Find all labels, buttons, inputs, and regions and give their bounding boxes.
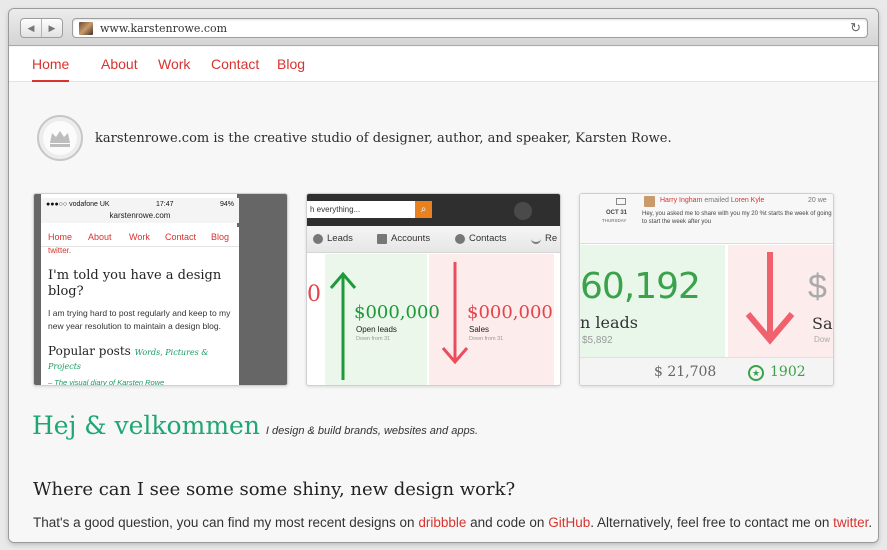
- badge-value: 1902: [770, 364, 806, 380]
- email-header: Harry Ingham emailed Loren Kyle: [660, 197, 764, 204]
- small-value: $5,892: [582, 335, 613, 346]
- tab-contacts: Contacts: [455, 233, 507, 244]
- thumb-dashboard[interactable]: h everything... ⌕ Leads Accounts Contact…: [306, 193, 561, 386]
- tab-contacts-label: Contacts: [469, 233, 507, 244]
- email-day: THURSDAY: [602, 218, 627, 223]
- red-label: Sal: [812, 314, 833, 333]
- intro-text: karstenrowe.com is the creative studio o…: [95, 130, 672, 146]
- web-page: Home About Work Contact Blog karstenrowe…: [9, 47, 878, 542]
- tab-reports-label: Re: [545, 233, 558, 244]
- big-value: 60,192: [580, 266, 701, 307]
- phone-url: karstenrowe.com: [41, 211, 239, 223]
- avatar: [644, 196, 655, 207]
- phone-nav-contact: Contact: [165, 232, 197, 242]
- para-text-4: .: [868, 515, 873, 530]
- phone-nav: Home About Work Contact Blog: [41, 227, 239, 247]
- reload-icon[interactable]: ↻: [850, 20, 861, 36]
- nav-contact[interactable]: Contact: [211, 56, 259, 72]
- phone-paragraph: I am trying hard to post regularly and k…: [48, 308, 231, 331]
- dashboard-tabs: Leads Accounts Contacts Re: [307, 226, 560, 253]
- search-icon: ⌕: [415, 201, 432, 218]
- browser-window: ◀ ▶ www.karstenrowe.com ↻ Home About Wor…: [9, 9, 878, 542]
- big-label: n leads: [580, 313, 638, 332]
- email-sender: Harry Ingham: [660, 197, 703, 204]
- back-icon[interactable]: ◀: [21, 19, 41, 37]
- url-text[interactable]: www.karstenrowe.com: [100, 22, 227, 35]
- phone-nav-blog: Blog: [211, 232, 230, 242]
- nav-blog[interactable]: Blog: [277, 56, 305, 72]
- red-value: $000,000: [467, 302, 553, 323]
- nav-work[interactable]: Work: [158, 56, 190, 72]
- email-time: 20 we: [808, 197, 827, 204]
- green-value: $000,000: [354, 302, 440, 323]
- nav-about[interactable]: About: [101, 56, 138, 72]
- left-value: 0: [307, 282, 321, 307]
- site-nav: Home About Work Contact Blog: [9, 47, 878, 82]
- dribbble-link[interactable]: dribbble: [418, 515, 466, 530]
- tab-reports: Re: [531, 233, 557, 244]
- phone-popular-title: Popular posts: [48, 343, 131, 358]
- history-buttons: ◀ ▶: [20, 18, 63, 38]
- crown-logo-icon[interactable]: [37, 115, 83, 161]
- para-text-1: That's a good question, you can find my …: [33, 515, 419, 530]
- phone-footer: – The visual diary of Karsten Rowe: [48, 377, 165, 386]
- phone-time: 17:47: [156, 201, 174, 208]
- phone-battery: 94%: [219, 201, 234, 208]
- phone-body: twitter. I'm told you have a design blog…: [41, 246, 239, 386]
- thumb-stats[interactable]: OCT 31 THURSDAY Harry Ingham emailed Lor…: [579, 193, 834, 386]
- tab-accounts-label: Accounts: [391, 233, 431, 244]
- email-message: Hey, you asked me to share with you my 2…: [642, 211, 832, 226]
- phone-nav-work: Work: [129, 232, 150, 242]
- bottom-value: $ 21,708: [654, 364, 717, 380]
- twitter-link[interactable]: twitter: [833, 515, 868, 530]
- section-heading: Where can I see some some shiny, new des…: [33, 479, 516, 500]
- phone-frame-left: [34, 194, 41, 385]
- chart-icon: [531, 234, 541, 244]
- favicon: [79, 22, 93, 35]
- pie-icon: [313, 233, 323, 244]
- thumb-mobile-blog[interactable]: ●●●○○ vodafone UK 17:47 94% karstenrowe.…: [33, 193, 288, 386]
- forward-icon[interactable]: ▶: [41, 19, 62, 37]
- phone-nav-about: About: [88, 232, 112, 242]
- down-arrow-icon: [441, 262, 469, 365]
- para-text-2: and code on: [466, 515, 549, 530]
- person-icon: [455, 233, 465, 244]
- github-link[interactable]: GitHub: [548, 515, 590, 530]
- tab-accounts: Accounts: [377, 233, 430, 244]
- email-date: OCT 31: [606, 210, 628, 216]
- phone-nav-home: Home: [48, 232, 73, 242]
- phone-carrier: ●●●○○ vodafone UK: [46, 201, 110, 208]
- phone-heading: I'm told you have a design blog?: [48, 268, 222, 299]
- phone-frame-right: [237, 194, 287, 385]
- red-label: Sales: [469, 325, 490, 334]
- browser-toolbar: ◀ ▶ www.karstenrowe.com ↻: [9, 9, 878, 46]
- para-text-3: . Alternatively, feel free to contact me…: [590, 515, 834, 530]
- phone-twitter: twitter.: [48, 246, 72, 255]
- tab-leads: Leads: [313, 233, 353, 244]
- star-icon: ★: [748, 365, 764, 381]
- red-dollar: $: [808, 268, 827, 306]
- address-bar[interactable]: www.karstenrowe.com ↻: [72, 18, 868, 38]
- dashboard-search: h everything...: [307, 201, 415, 218]
- red-sub: Dow: [814, 335, 831, 344]
- nav-home[interactable]: Home: [32, 56, 70, 82]
- email-recipient: Loren Kyle: [730, 197, 765, 204]
- intro: karstenrowe.com is the creative studio o…: [37, 115, 672, 161]
- email-verb: emailed: [704, 197, 729, 204]
- envelope-icon: [616, 198, 626, 205]
- building-icon: [377, 233, 387, 244]
- welcome-subtitle: I design & build brands, websites and ap…: [265, 425, 479, 437]
- section-paragraph: That's a good question, you can find my …: [33, 515, 872, 530]
- email-notification: OCT 31 THURSDAY Harry Ingham emailed Lor…: [580, 194, 833, 244]
- green-label: Open leads: [356, 325, 397, 334]
- down-arrow-icon: [745, 252, 795, 345]
- dashboard-logo-icon: [514, 202, 532, 220]
- up-arrow-icon: [329, 271, 357, 380]
- tab-leads-label: Leads: [327, 233, 353, 244]
- welcome-title: Hej & velkommen: [32, 411, 260, 440]
- green-sub: Down from 31: [356, 336, 391, 342]
- welcome: Hej & velkommen I design & build brands,…: [32, 411, 478, 440]
- phone-popular: Popular posts Words, Pictures & Projects: [48, 344, 232, 372]
- red-sub: Down from 31: [469, 336, 504, 342]
